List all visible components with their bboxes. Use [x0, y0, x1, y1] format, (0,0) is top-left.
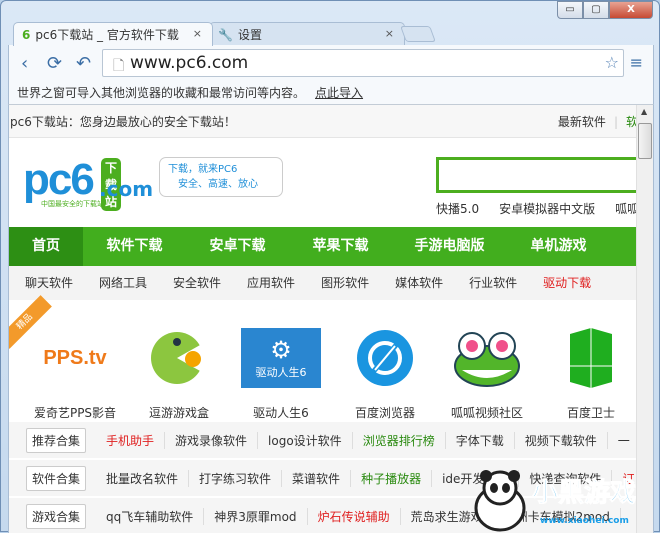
collection-link[interactable]: 打字练习软件 — [189, 469, 283, 487]
latest-software-link[interactable]: 最新软件 — [558, 115, 606, 129]
collection-link[interactable]: 游戏录像软件 — [165, 431, 259, 449]
subnav-item[interactable]: 驱动下载 — [543, 266, 591, 300]
collection-link[interactable]: qq飞车辅助软件 — [96, 507, 205, 525]
pc6-favicon: 6 — [22, 27, 31, 42]
site-topbar: pc6下载站：您身边最放心的安全下载站！ 最新软件 | 软 — [9, 105, 638, 138]
import-link[interactable]: 点此导入 — [315, 86, 363, 100]
app-item[interactable]: PPS.tv 爱奇艺PPS影音 — [25, 328, 125, 421]
subnav-item[interactable]: 网络工具 — [99, 266, 147, 300]
collection-link[interactable]: 字体下载 — [446, 431, 515, 449]
back-icon[interactable]: ‹ — [21, 53, 28, 74]
tab-settings[interactable]: 🔧 设置 × — [209, 22, 405, 46]
collection-link[interactable]: logo设计软件 — [258, 431, 353, 449]
tab-close-icon[interactable]: × — [385, 27, 394, 40]
browser-window: ▭ ▢ X 6 pc6下载站 _ 官方软件下载 × 🔧 设置 × ‹ ⟳ ↶ 🗋… — [0, 0, 660, 533]
menu-icon[interactable]: ≡ — [630, 53, 643, 72]
minimize-button[interactable]: ▭ — [557, 1, 583, 19]
scroll-up-icon[interactable]: ▲ — [641, 107, 647, 116]
nav-single-games[interactable]: 单机游戏 — [507, 227, 610, 266]
nav-software[interactable]: 软件下载 — [83, 227, 186, 266]
address-bar[interactable]: 🗋 www.pc6.com ☆ — [102, 49, 624, 77]
close-window-button[interactable]: X — [609, 1, 653, 19]
nav-mobile-pc[interactable]: 手游电脑版 — [392, 227, 507, 266]
collection-tag[interactable]: 软件合集 — [26, 465, 87, 491]
frog-icon — [447, 328, 527, 388]
slogan-bubble: 下载，就来PC6 安全、高速、放心 — [159, 157, 283, 197]
site-search-input[interactable] — [436, 157, 638, 193]
nav-apple[interactable]: 苹果下载 — [289, 227, 392, 266]
collection-tag[interactable]: 推荐合集 — [26, 427, 87, 453]
panda-icon — [474, 470, 526, 532]
baidu-browser-icon — [345, 328, 425, 388]
collection-link[interactable]: 神界3原罪mod — [204, 507, 308, 525]
reload-icon[interactable]: ⟳ — [47, 53, 62, 74]
hot-searches: 快播5.0 安卓模拟器中文版 呱呱 — [436, 200, 638, 217]
toolbar: ‹ ⟳ ↶ 🗋 www.pc6.com ☆ ≡ — [8, 45, 654, 82]
app-item[interactable]: 百度卫士 — [541, 328, 638, 421]
new-tab-button[interactable] — [400, 26, 436, 42]
subnav-item[interactable]: 媒体软件 — [395, 266, 443, 300]
subnav-item[interactable]: 行业软件 — [469, 266, 517, 300]
baidu-guard-icon — [551, 328, 631, 388]
pps-logo-icon: PPS.tv — [43, 346, 107, 369]
app-item[interactable]: ⚙ 驱动人生6 驱动人生6 — [231, 328, 331, 421]
tab-title: pc6下载站 _ 官方软件下载 — [35, 28, 179, 42]
tab-title: 设置 — [237, 28, 262, 42]
subnav-item[interactable]: 安全软件 — [173, 266, 221, 300]
wrench-icon: 🔧 — [218, 27, 233, 42]
main-nav: 首页 软件下载 安卓下载 苹果下载 手游电脑版 单机游戏 — [9, 227, 638, 266]
site-slogan: pc6下载站：您身边最放心的安全下载站！ — [10, 115, 236, 129]
nav-android[interactable]: 安卓下载 — [186, 227, 289, 266]
app-item[interactable]: 百度浏览器 — [335, 328, 435, 421]
hot-link[interactable]: 安卓模拟器中文版 — [499, 202, 595, 216]
sub-nav: 聊天软件 网络工具 安全软件 应用软件 图形软件 媒体软件 行业软件 驱动下载 — [9, 266, 638, 300]
star-icon[interactable]: ☆ — [605, 53, 619, 72]
collection-link[interactable]: 菜谱软件 — [282, 469, 352, 487]
tab-pc6[interactable]: 6 pc6下载站 _ 官方软件下载 × — [13, 22, 213, 46]
app-item[interactable]: 呱呱视频社区 — [437, 328, 537, 421]
collection-link[interactable]: 视频下载软件 — [515, 431, 608, 449]
collection-tag[interactable]: 游戏合集 — [26, 503, 87, 529]
game-box-icon — [139, 328, 219, 388]
scrollbar-thumb[interactable] — [638, 123, 652, 159]
app-item[interactable]: 逗游游戏盒 — [129, 328, 229, 421]
hot-link[interactable]: 快播5.0 — [436, 202, 479, 216]
maximize-button[interactable]: ▢ — [583, 1, 609, 19]
subnav-item[interactable]: 聊天软件 — [25, 266, 73, 300]
url-text[interactable]: www.pc6.com — [130, 53, 248, 73]
import-infobar: 世界之窗可导入其他浏览器的收藏和最常访问等内容。 点此导入 — [8, 82, 654, 105]
collection-link[interactable]: 种子播放器 — [351, 469, 433, 487]
hot-link[interactable]: 呱呱 — [615, 202, 638, 216]
infobar-text: 世界之窗可导入其他浏览器的收藏和最常访问等内容。 — [17, 86, 306, 100]
collection-link[interactable]: 手机助手 — [96, 431, 166, 449]
undo-icon[interactable]: ↶ — [76, 53, 91, 74]
collection-row-recommended: 推荐合集 手机助手 游戏录像软件 logo设计软件 浏览器排行榜 字体下载 视频… — [9, 422, 638, 458]
driver-life-icon: ⚙ 驱动人生6 — [241, 328, 321, 388]
tab-close-icon[interactable]: × — [193, 27, 202, 40]
subnav-item[interactable]: 应用软件 — [247, 266, 295, 300]
collection-link[interactable]: 一 — [608, 432, 638, 449]
watermark: 小黑游戏 www.xiaohei.com — [470, 468, 660, 532]
subnav-item[interactable]: 图形软件 — [321, 266, 369, 300]
collection-link[interactable]: 浏览器排行榜 — [353, 431, 446, 449]
nav-home[interactable]: 首页 — [9, 227, 83, 266]
collection-link[interactable]: 炉石传说辅助 — [308, 507, 401, 525]
featured-apps: 精品 PPS.tv 爱奇艺PPS影音 逗游游戏盒 ⚙ 驱动人生6 驱动人生6 百度… — [9, 295, 638, 421]
site-logo[interactable]: pc6 下载站 .com 中国最安全的下载站 — [23, 155, 153, 211]
collection-link[interactable]: 批量改名软件 — [96, 469, 190, 487]
